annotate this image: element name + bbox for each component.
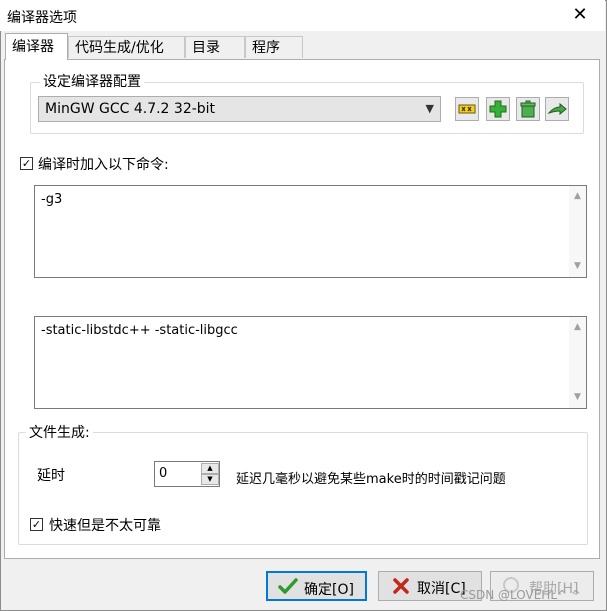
scroll-down-icon[interactable]: ▼ — [569, 389, 586, 406]
compile-cmd-input[interactable]: -g3 ▲ ▼ — [34, 185, 587, 278]
tab-compiler[interactable]: 编译器 — [5, 33, 68, 60]
fast-label: 快速但是不太可靠 — [49, 518, 161, 534]
link-cmd-scrollbar[interactable]: ▲ ▼ — [569, 317, 586, 408]
close-icon — [393, 578, 409, 594]
tab-directories[interactable]: 目录 — [185, 36, 245, 58]
ok-label: 确定[O] — [304, 582, 354, 598]
tab-programs[interactable]: 程序 — [245, 36, 303, 58]
watermark-text: CSDN @LOVEHL^ ^ — [460, 588, 581, 602]
compiler-set-title: 设定编译器配置 — [40, 71, 144, 91]
compile-cmd-checkbox[interactable]: ✓ — [20, 157, 33, 170]
fast-checkbox[interactable]: ✓ — [30, 518, 43, 531]
scroll-up-icon[interactable]: ▲ — [569, 188, 586, 205]
checkmark-icon — [278, 578, 298, 594]
delay-description: 延迟几毫秒以避免某些make时的时间戳记问题 — [236, 472, 506, 487]
delay-label: 延时 — [37, 468, 65, 484]
compiler-set-value: MinGW GCC 4.7.2 32-bit — [45, 101, 216, 117]
trash-icon — [520, 100, 536, 118]
compile-cmd-label: 编译时加入以下命令: — [38, 157, 169, 173]
scroll-up-icon[interactable]: ▲ — [569, 319, 586, 336]
tab-codegen-optimize[interactable]: 代码生成/优化 — [68, 36, 185, 58]
spin-up-button[interactable]: ▲ — [201, 463, 219, 474]
cancel-label: 取消[C] — [417, 581, 466, 597]
window-title: 编译器选项 — [7, 10, 77, 26]
delete-profile-button[interactable] — [516, 97, 540, 121]
delay-value: 0 — [159, 466, 168, 481]
arrow-icon — [547, 102, 567, 116]
close-button[interactable]: ✕ — [568, 4, 592, 26]
rename-profile-button[interactable] — [455, 97, 479, 121]
link-cmd-value: -static-libstdc++ -static-libgcc — [41, 323, 238, 338]
plus-icon — [489, 100, 507, 118]
add-profile-button[interactable] — [486, 97, 510, 121]
file-gen-title: 文件生成: — [26, 422, 93, 442]
compiler-set-select[interactable]: MinGW GCC 4.7.2 32-bit ▼ — [38, 96, 441, 122]
title-bar: 编译器选项 ✕ — [0, 0, 605, 31]
compile-cmd-value: -g3 — [41, 192, 63, 207]
ok-button[interactable]: 确定[O] — [266, 571, 367, 601]
spin-down-button[interactable]: ▼ — [201, 474, 219, 485]
rename-icon — [458, 104, 476, 114]
find-compiler-button[interactable] — [545, 97, 569, 121]
scroll-down-icon[interactable]: ▼ — [569, 258, 586, 275]
compile-cmd-scrollbar[interactable]: ▲ ▼ — [569, 186, 586, 277]
link-cmd-input[interactable]: -static-libstdc++ -static-libgcc ▲ ▼ — [34, 316, 587, 409]
chevron-down-icon: ▼ — [425, 102, 434, 115]
